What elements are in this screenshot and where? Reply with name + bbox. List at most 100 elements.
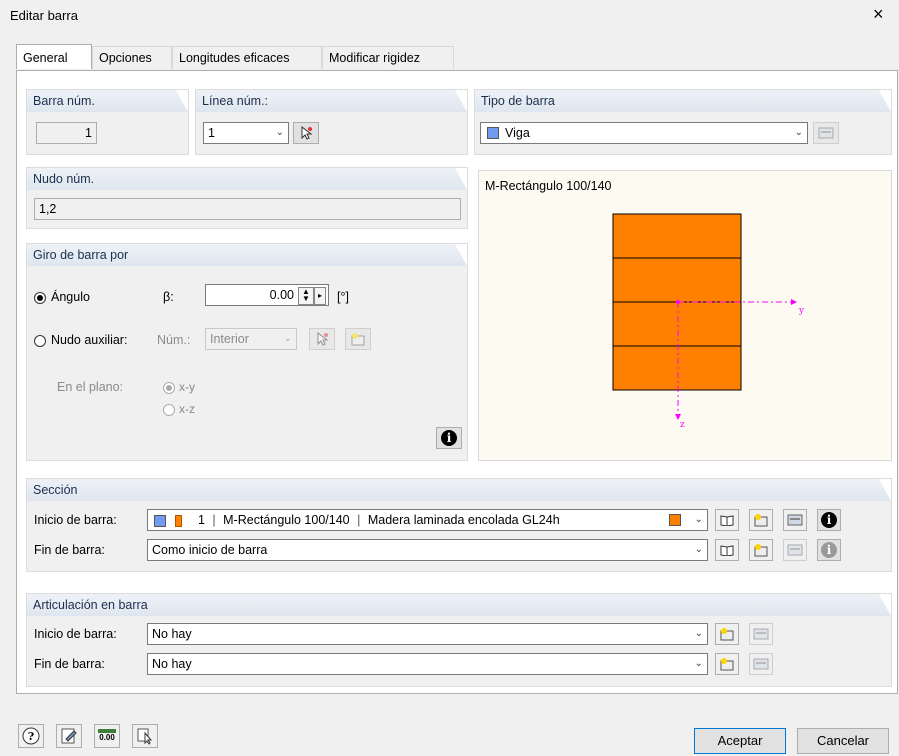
seccion-header: Sección <box>27 479 891 501</box>
plano-xy-label: x-y <box>179 380 195 394</box>
section-info-button[interactable]: i <box>817 509 841 531</box>
tab-general[interactable]: General <box>16 44 92 69</box>
beta-value: 0.00 <box>269 288 294 302</box>
pointer-pick-icon <box>301 126 313 140</box>
comment-button[interactable] <box>56 724 82 748</box>
num-value: Interior <box>210 332 249 346</box>
pick-line-button[interactable] <box>293 122 319 144</box>
tipo-select[interactable]: Viga ⌄ <box>480 122 808 144</box>
linea-header: Línea núm.: <box>196 90 467 112</box>
articulacion-inicio-value: No hay <box>152 627 192 641</box>
info-icon: i <box>821 512 837 528</box>
section-color-swatch <box>154 514 166 527</box>
tipo-value: Viga <box>505 126 530 140</box>
articulacion-fin-label: Fin de barra: <box>34 657 105 671</box>
book-icon <box>720 545 734 556</box>
new-section-button[interactable] <box>749 509 773 531</box>
barra-header: Barra núm. <box>27 90 188 112</box>
plano-xy-radio[interactable] <box>163 382 175 394</box>
info-icon: i <box>441 430 457 446</box>
articulacion-header: Articulación en barra <box>27 594 891 616</box>
edit-section-button[interactable] <box>783 509 807 531</box>
plano-xz-radio[interactable] <box>163 404 175 416</box>
edit-hinge-button[interactable] <box>749 623 773 645</box>
select-object-button[interactable] <box>132 724 158 748</box>
seccion-fin-value: Como inicio de barra <box>152 543 268 557</box>
cancel-button[interactable]: Cancelar <box>797 728 889 754</box>
numeric-icon-text: 0.00 <box>99 733 115 742</box>
new-hinge-button-fin[interactable] <box>715 653 739 675</box>
new-item-icon <box>720 628 734 641</box>
barra-group: Barra núm. 1 <box>26 89 189 155</box>
chevron-down-icon: ⌄ <box>694 658 703 669</box>
articulacion-fin-value: No hay <box>152 657 192 671</box>
edit-dialog-icon <box>753 628 769 640</box>
beta-arrow-button[interactable]: ▸ <box>314 287 326 305</box>
seccion-inicio-num: 1 <box>197 513 205 527</box>
tab-longitudes-eficaces[interactable]: Longitudes eficaces <box>172 46 322 69</box>
edit-note-icon <box>61 728 77 744</box>
articulacion-inicio-select[interactable]: No hay ⌄ <box>147 623 708 645</box>
pick-node-button[interactable] <box>309 328 335 350</box>
viga-color-swatch <box>487 127 499 139</box>
chevron-down-icon: ⌄ <box>283 333 292 344</box>
accept-button[interactable]: Aceptar <box>694 728 786 754</box>
articulacion-inicio-label: Inicio de barra: <box>34 627 117 641</box>
num-label: Núm.: <box>157 333 191 347</box>
plano-xz-label: x-z <box>179 402 195 416</box>
library-button[interactable] <box>715 509 739 531</box>
new-hinge-button[interactable] <box>715 623 739 645</box>
edit-dialog-icon <box>787 544 803 556</box>
info-button[interactable]: i <box>436 427 462 449</box>
close-icon[interactable]: × <box>873 4 884 24</box>
section-drawing <box>612 213 797 420</box>
edit-dialog-icon <box>818 127 834 139</box>
num-select[interactable]: Interior ⌄ <box>205 328 297 350</box>
edit-type-button[interactable] <box>813 122 839 144</box>
edit-hinge-button-fin[interactable] <box>749 653 773 675</box>
window-title: Editar barra <box>10 8 78 23</box>
tab-modificar-rigidez[interactable]: Modificar rigidez <box>322 46 454 69</box>
nudo-auxiliar-radio[interactable] <box>34 335 46 347</box>
beta-spinner[interactable]: ▲ ▼ <box>298 287 314 305</box>
tab-opciones[interactable]: Opciones <box>92 46 172 69</box>
seccion-inicio-material: Madera laminada encolada GL24h <box>367 513 560 527</box>
angulo-radio[interactable] <box>34 292 46 304</box>
nudo-field: 1,2 <box>34 198 461 220</box>
seccion-inicio-select[interactable]: 1 | M-Rectángulo 100/140 | Madera lamina… <box>147 509 708 531</box>
linea-group: Línea núm.: 1 ⌄ <box>195 89 468 155</box>
chevron-down-icon: ⌄ <box>794 127 803 138</box>
y-axis-arrow <box>791 299 797 305</box>
section-info-button-fin[interactable]: i <box>817 539 841 561</box>
beta-unit: [°] <box>337 290 349 304</box>
library-button-fin[interactable] <box>715 539 739 561</box>
chevron-down-icon: ⌄ <box>694 544 703 555</box>
seccion-fin-select[interactable]: Como inicio de barra ⌄ <box>147 539 708 561</box>
seccion-inicio-name: M-Rectángulo 100/140 <box>223 513 350 527</box>
units-button[interactable]: 0.00 <box>94 724 120 748</box>
select-pointer-icon <box>137 728 153 745</box>
angulo-label: Ángulo <box>51 290 90 304</box>
new-section-button-fin[interactable] <box>749 539 773 561</box>
linea-select[interactable]: 1 ⌄ <box>203 122 289 144</box>
z-axis-label: z <box>680 420 685 430</box>
general-panel: Barra núm. 1 Línea núm.: 1 ⌄ Tipo de bar… <box>16 70 898 694</box>
new-item-icon <box>351 333 365 346</box>
giro-header: Giro de barra por <box>27 244 467 266</box>
material-end-swatch <box>669 514 681 526</box>
new-node-button[interactable] <box>345 328 371 350</box>
linea-value: 1 <box>208 126 215 140</box>
seccion-group: Sección Inicio de barra: 1 | M-Rectángul… <box>26 478 892 572</box>
articulacion-fin-select[interactable]: No hay ⌄ <box>147 653 708 675</box>
chevron-down-icon: ⌄ <box>694 628 703 639</box>
edit-section-button-fin[interactable] <box>783 539 807 561</box>
giro-group: Giro de barra por Ángulo β: 0.00 ▲ ▼ ▸ [°… <box>26 243 468 461</box>
seccion-fin-label: Fin de barra: <box>34 543 105 557</box>
plano-label: En el plano: <box>57 380 124 394</box>
nudo-group: Nudo núm. 1,2 <box>26 167 468 229</box>
pointer-pick-icon <box>317 332 329 346</box>
help-button[interactable]: ? <box>18 724 44 748</box>
material-color-swatch <box>175 514 183 527</box>
beta-input[interactable]: 0.00 ▲ ▼ ▸ <box>205 284 329 306</box>
tipo-group: Tipo de barra Viga ⌄ <box>474 89 892 155</box>
